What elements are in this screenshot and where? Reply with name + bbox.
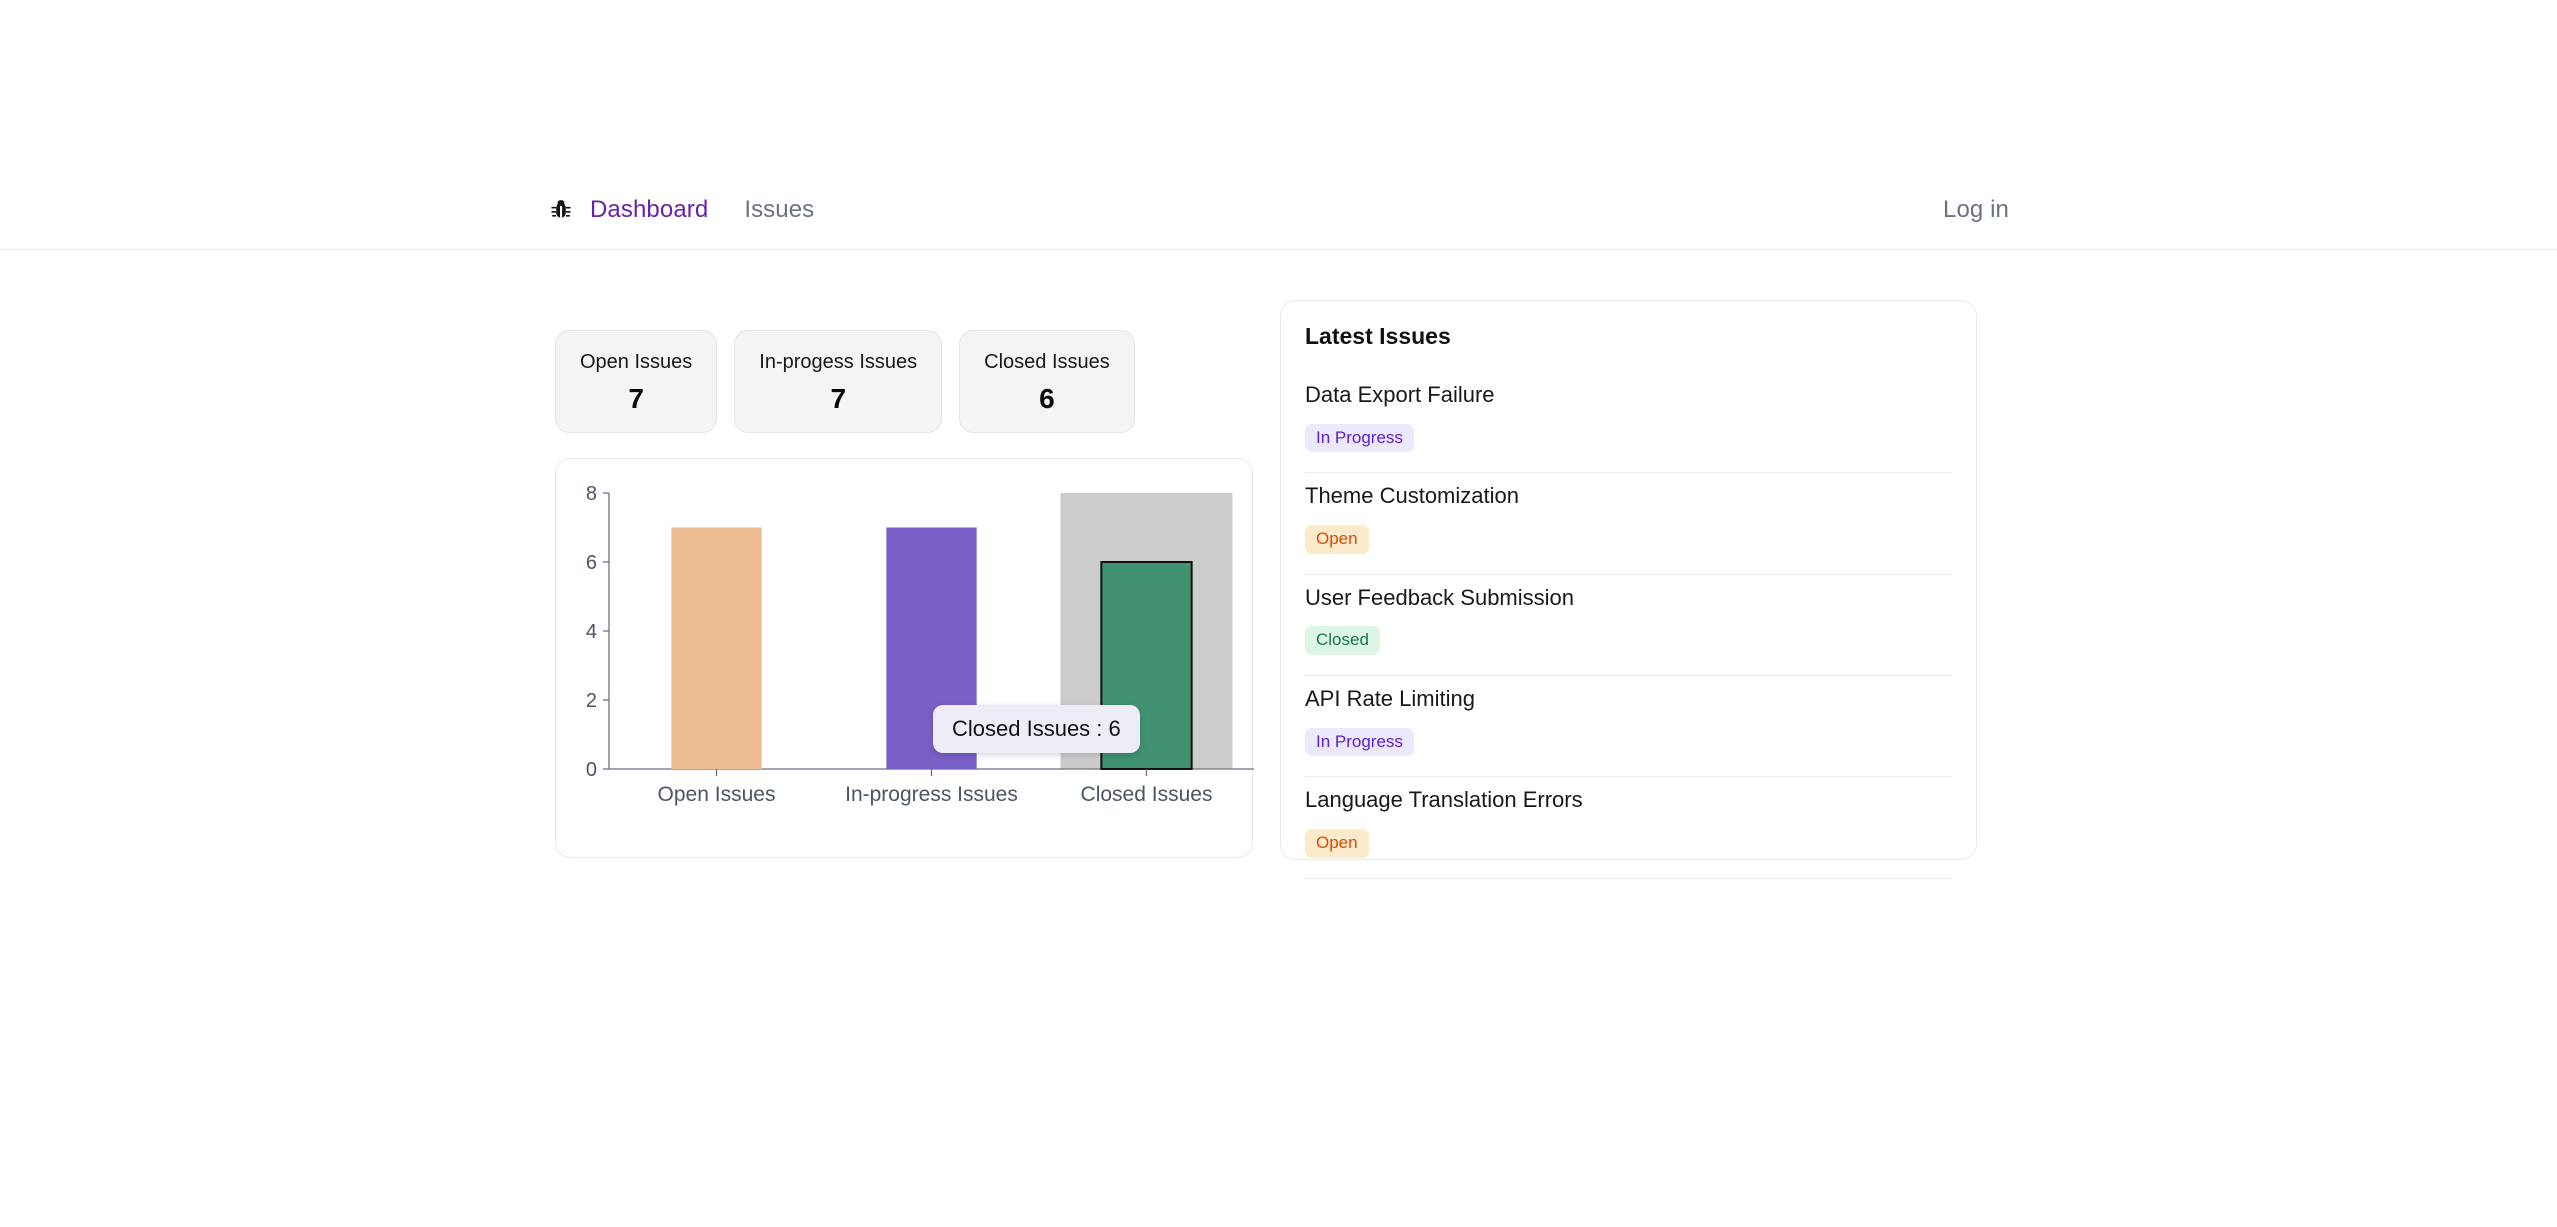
- stat-card-group: Open Issues 7 In-progess Issues 7 Closed…: [555, 330, 1135, 433]
- stat-label: In-progess Issues: [759, 351, 918, 373]
- stat-card-open-issues[interactable]: Open Issues 7: [555, 330, 718, 433]
- issue-title: Theme Customization: [1305, 483, 1519, 509]
- list-item[interactable]: Theme Customization Open: [1305, 473, 1952, 575]
- stat-card-in-progress-issues[interactable]: In-progess Issues 7: [734, 330, 943, 433]
- chart-bar[interactable]: [886, 527, 977, 770]
- svg-text:Closed Issues: Closed Issues: [1081, 783, 1213, 806]
- issue-title: User Feedback Submission: [1305, 584, 1575, 610]
- nav-item-dashboard[interactable]: Dashboard: [590, 196, 708, 224]
- latest-issues-panel: Latest Issues Data Export Failure In Pro…: [1280, 300, 1977, 879]
- stat-value: 7: [830, 383, 847, 414]
- svg-text:8: 8: [586, 483, 597, 505]
- status-badge: Open: [1305, 829, 1369, 858]
- nav-left-group: Dashboard Issues: [548, 196, 850, 224]
- list-item[interactable]: Data Export Failure In Progress: [1305, 372, 1952, 474]
- stat-value: 6: [1039, 383, 1055, 414]
- status-badge: In Progress: [1305, 423, 1414, 453]
- chart-bar[interactable]: [1100, 561, 1193, 770]
- panel-title: Latest Issues: [1305, 323, 1451, 349]
- status-badge: In Progress: [1305, 727, 1414, 757]
- svg-text:0: 0: [586, 759, 597, 781]
- login-link[interactable]: Log in: [1943, 196, 2009, 223]
- issue-title: API Rate Limiting: [1305, 686, 1475, 712]
- issue-title: Language Translation Errors: [1305, 787, 1583, 813]
- status-badge: Open: [1305, 525, 1369, 554]
- stat-label: Open Issues: [580, 351, 693, 373]
- list-item[interactable]: Language Translation Errors Open: [1305, 777, 1952, 879]
- bar-chart[interactable]: 0 2 4 6 8 Open Issues In-progress Issues Closed…: [556, 459, 1254, 859]
- svg-text:In-progress Issues: In-progress Issues: [845, 783, 1018, 806]
- stat-card-closed-issues[interactable]: Closed Issues 6: [959, 330, 1135, 433]
- top-navbar: Dashboard Issues Log in: [0, 170, 2557, 250]
- stat-value: 7: [628, 383, 644, 414]
- svg-text:Open Issues: Open Issues: [658, 783, 776, 806]
- svg-text:6: 6: [586, 552, 597, 574]
- chart-bar[interactable]: [671, 527, 762, 770]
- list-item[interactable]: User Feedback Submission Closed: [1305, 575, 1952, 677]
- issues-bar-chart-card[interactable]: 0 2 4 6 8 Open Issues In-progress Issues Closed…: [555, 458, 1254, 859]
- status-badge: Closed: [1305, 626, 1380, 656]
- bug-icon: [548, 197, 574, 223]
- nav-right-group: Log in: [1943, 196, 2009, 224]
- svg-text:2: 2: [586, 690, 597, 712]
- stat-label: Closed Issues: [984, 351, 1110, 373]
- nav-item-issues[interactable]: Issues: [744, 196, 814, 224]
- svg-text:4: 4: [586, 621, 597, 643]
- list-item[interactable]: API Rate Limiting In Progress: [1305, 676, 1952, 778]
- issue-title: Data Export Failure: [1305, 382, 1495, 407]
